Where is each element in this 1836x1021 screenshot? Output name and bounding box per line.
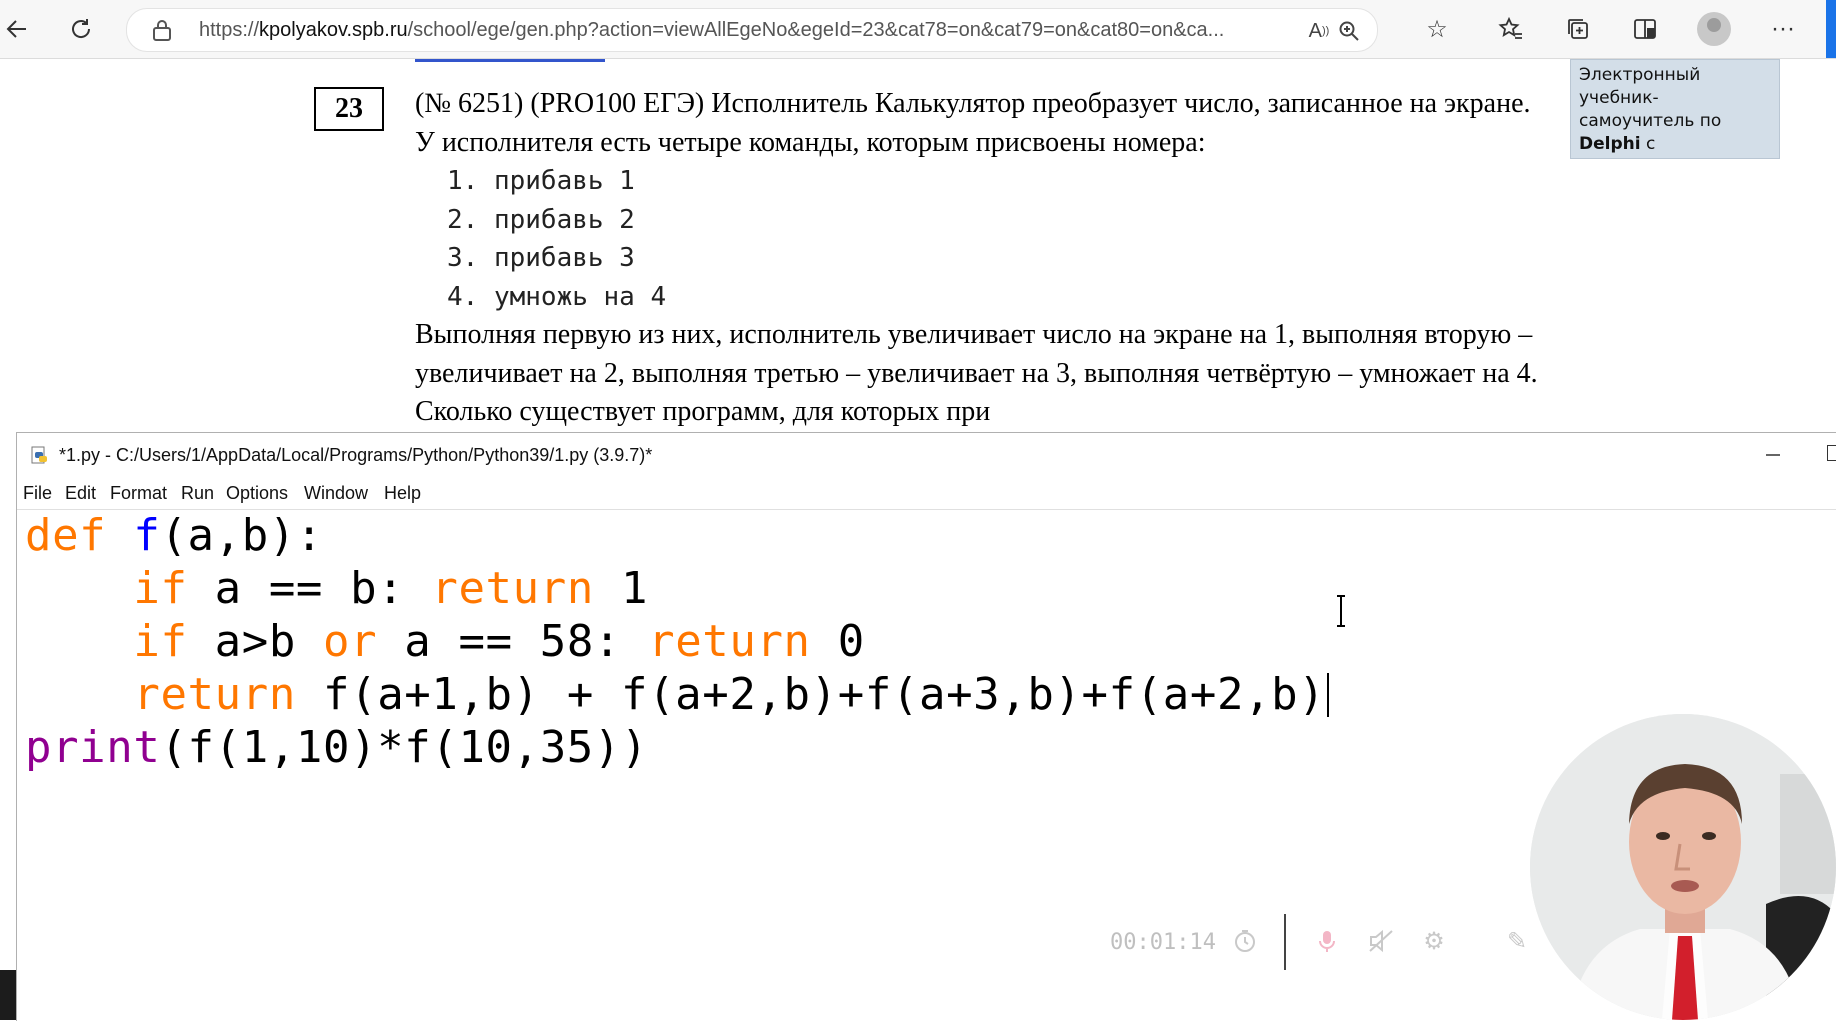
timer-icon[interactable] (1228, 924, 1262, 958)
code-keyword: return (133, 669, 296, 720)
menu-options[interactable]: Options (226, 483, 288, 504)
star-add-icon[interactable]: ☆ (1420, 12, 1454, 46)
refresh-icon[interactable] (64, 12, 98, 46)
recorder-toolbar: 00:01:14 ⚙ ✎ (1100, 912, 1540, 972)
code-keyword: or (323, 616, 378, 667)
minimize-icon[interactable] (1761, 443, 1785, 467)
code-text-segment: a == 58: (377, 616, 649, 667)
window-title-bar[interactable]: *1.py - C:/Users/1/AppData/Local/Program… (17, 433, 1836, 477)
menu-format[interactable]: Format (110, 483, 167, 504)
code-text-segment: a>b (187, 616, 324, 667)
code-text-segment: (a,b): (160, 510, 324, 561)
maximize-icon[interactable] (1827, 445, 1836, 461)
code-text-segment: 0 (810, 616, 865, 667)
task-intro: (№ 6251) (PRO100 ЕГЭ) Исполнитель Кальку… (415, 88, 1531, 158)
url-text[interactable]: https://kpolyakov.spb.ru/school/ege/gen.… (199, 19, 1329, 42)
address-bar[interactable]: https://kpolyakov.spb.ru/school/ege/gen.… (126, 8, 1378, 52)
task-text: (№ 6251) (PRO100 ЕГЭ) Исполнитель Кальку… (415, 85, 1555, 432)
immersive-reader-icon[interactable] (1628, 12, 1662, 46)
code-keyword: return (648, 616, 811, 667)
collections-icon[interactable] (1561, 12, 1595, 46)
favorites-icon[interactable] (1494, 12, 1528, 46)
command-item: 3. прибавь 3 (447, 243, 635, 273)
menu-edit[interactable]: Edit (65, 483, 96, 504)
window-title: *1.py - C:/Users/1/AppData/Local/Program… (59, 445, 653, 465)
ad-bold: Delphi (1579, 134, 1641, 154)
ibeam-cursor-icon (1337, 595, 1345, 627)
code-function-name: f (133, 510, 161, 561)
window-edge (1826, 0, 1836, 58)
settings-gear-icon[interactable]: ⚙ (1417, 924, 1451, 958)
menu-bar: File Edit Format Run Options Window Help (17, 477, 1836, 510)
menu-file[interactable]: File (23, 483, 52, 504)
command-item: 2. прибавь 2 (447, 204, 635, 235)
task-body: Выполняя первую из них, исполнитель увел… (415, 319, 1538, 427)
command-list: 1. прибавь 1 2. прибавь 2 3. прибавь 3 4… (447, 162, 1555, 316)
link-underline[interactable] (415, 59, 605, 62)
command-item: 1. прибавь 1 (447, 166, 635, 196)
speaker-muted-icon[interactable] (1364, 924, 1398, 958)
microphone-icon[interactable] (1310, 924, 1344, 958)
menu-window[interactable]: Window (304, 483, 368, 504)
code-keyword: if (133, 563, 188, 614)
code-keyword: return (431, 563, 594, 614)
web-page: 23 (№ 6251) (PRO100 ЕГЭ) Исполнитель Кал… (0, 59, 1836, 431)
lock-icon[interactable] (151, 18, 173, 42)
menu-help[interactable]: Help (384, 483, 421, 504)
webcam-video (1530, 714, 1836, 1020)
task-number-box: 23 (314, 87, 384, 131)
back-arrow-icon[interactable] (0, 12, 34, 46)
add-favorite-icon[interactable] (1352, 17, 1380, 45)
toolbar-divider (1284, 914, 1286, 970)
python-file-icon (31, 446, 47, 464)
side-ad-banner[interactable]: Электронный учебник-самоучитель по Delph… (1570, 59, 1780, 159)
code-text-segment: a == b: (187, 563, 432, 614)
read-aloud-icon[interactable]: A)) (1305, 17, 1333, 45)
presenter-image (1530, 714, 1836, 1020)
code-text-segment: 1 (593, 563, 649, 614)
code-keyword: if (133, 616, 188, 667)
code-builtin: print (25, 722, 161, 773)
code-text[interactable]: def f(a,b): if a == b: return 1 if a>b o… (25, 509, 1835, 774)
text-cursor (1327, 673, 1330, 717)
pen-icon[interactable]: ✎ (1500, 924, 1534, 958)
command-item: 4. умножь на 4 (447, 281, 667, 312)
taskbar-edge (0, 970, 16, 1020)
code-text-segment: f(a+1,b) + f(a+2,b)+f(a+3,b)+f(a+2,b) (295, 669, 1326, 720)
menu-run[interactable]: Run (181, 483, 214, 504)
browser-toolbar: https://kpolyakov.spb.ru/school/ege/gen.… (0, 0, 1836, 59)
more-menu-icon[interactable]: ··· (1766, 12, 1800, 46)
code-keyword: def (25, 510, 107, 561)
code-text-segment: (f(1,10)*f(10,35)) (160, 722, 649, 773)
profile-avatar-icon[interactable] (1697, 12, 1731, 46)
ad-text: Электронный учебник-самоучитель по (1579, 65, 1722, 131)
recording-timer: 00:01:14 (1110, 930, 1216, 955)
